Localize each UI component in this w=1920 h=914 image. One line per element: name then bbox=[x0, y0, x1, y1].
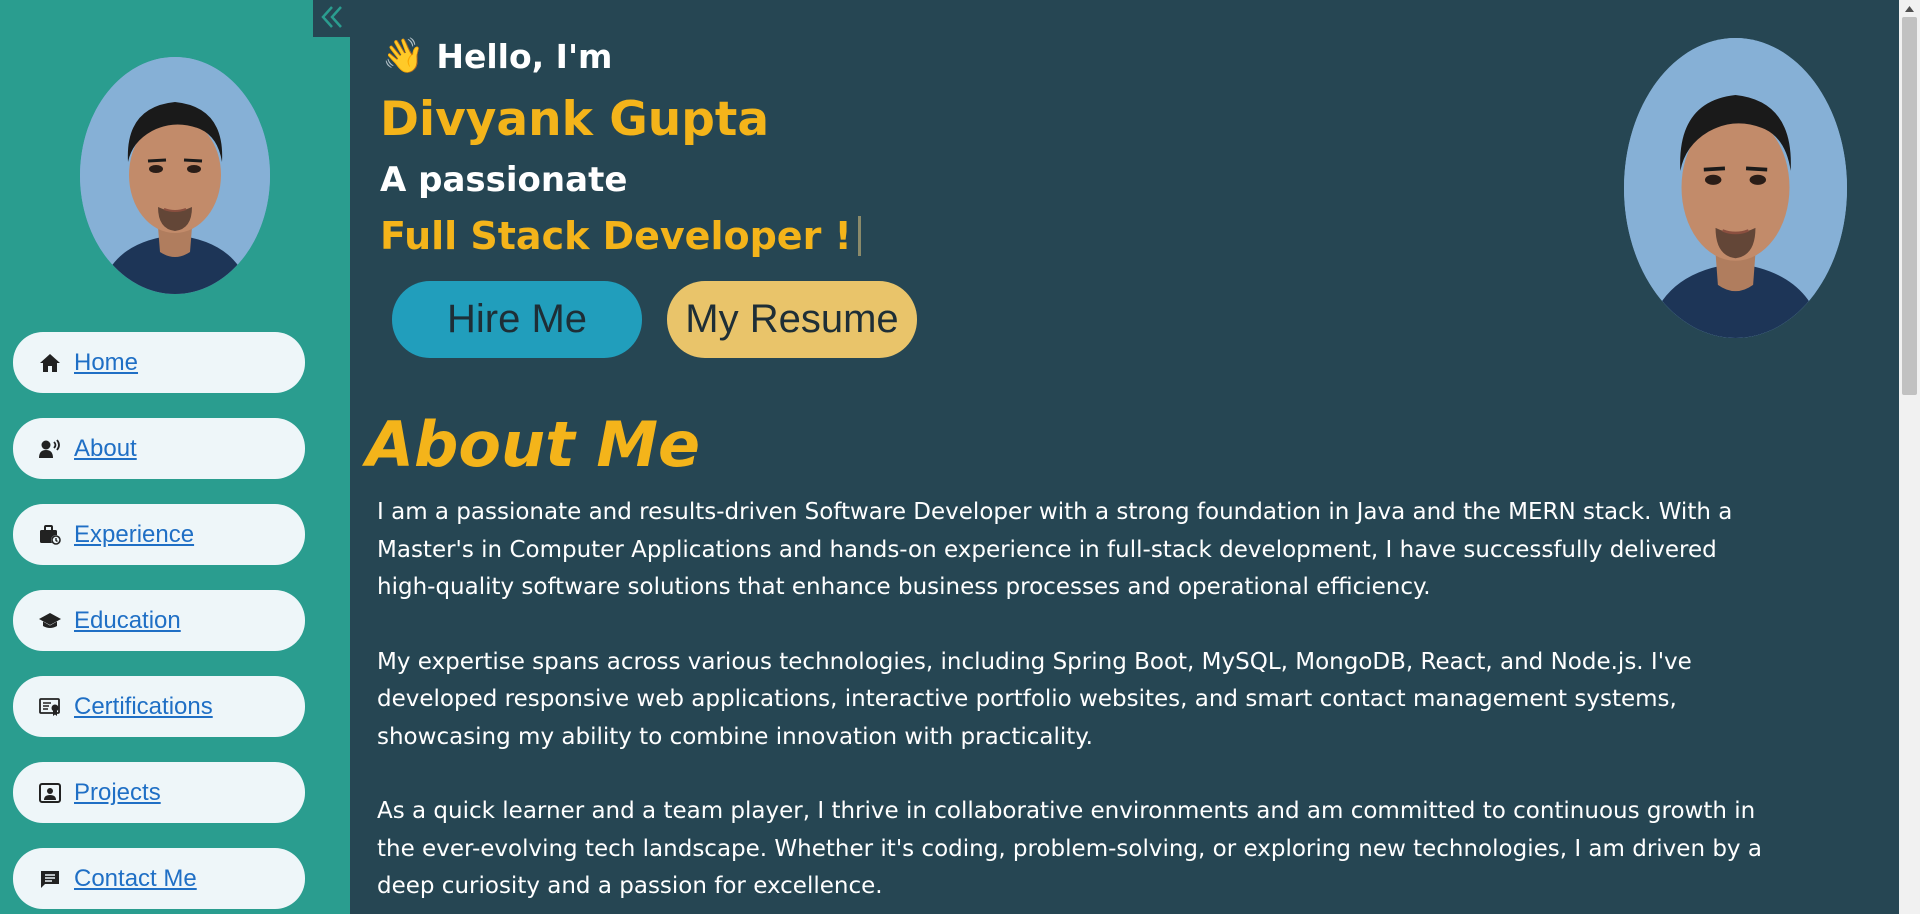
waving-hand-icon: 👋 bbox=[382, 36, 425, 76]
speaking-person-icon bbox=[38, 437, 62, 461]
sidebar-item-experience[interactable]: Experience bbox=[13, 504, 305, 565]
sidebar-item-certifications[interactable]: Certifications bbox=[13, 676, 305, 737]
sidebar-collapse-button[interactable] bbox=[313, 0, 350, 37]
my-resume-button[interactable]: My Resume bbox=[667, 281, 917, 358]
sidebar-item-label[interactable]: About bbox=[74, 435, 137, 463]
about-paragraph: My expertise spans across various techno… bbox=[377, 648, 1692, 750]
sidebar-item-label[interactable]: Projects bbox=[74, 779, 161, 807]
sidebar: Home About Experience Education Certific… bbox=[0, 0, 350, 914]
hire-me-button[interactable]: Hire Me bbox=[392, 281, 642, 358]
sidebar-item-label[interactable]: Contact Me bbox=[74, 865, 197, 893]
graduation-cap-icon bbox=[38, 609, 62, 633]
sidebar-item-label[interactable]: Education bbox=[74, 607, 181, 635]
greeting: 👋 Hello, I'm bbox=[382, 36, 612, 76]
sidebar-item-label[interactable]: Experience bbox=[74, 521, 194, 549]
sidebar-item-label[interactable]: Certifications bbox=[74, 693, 213, 721]
double-chevron-left-icon bbox=[318, 3, 346, 35]
sidebar-item-contact[interactable]: Contact Me bbox=[13, 848, 305, 909]
sidebar-item-projects[interactable]: Projects bbox=[13, 762, 305, 823]
scroll-up-arrow-icon[interactable] bbox=[1899, 0, 1920, 17]
about-text: I am a passionate and results-driven Sof… bbox=[377, 494, 1777, 914]
sidebar-item-label[interactable]: Home bbox=[74, 349, 138, 377]
scrollbar-thumb[interactable] bbox=[1902, 17, 1917, 395]
page-scrollbar[interactable] bbox=[1899, 0, 1920, 914]
about-paragraph: As a quick learner and a team player, I … bbox=[377, 798, 1762, 899]
typing-cursor bbox=[857, 216, 861, 256]
hero-role: Full Stack Developer ! bbox=[380, 214, 861, 258]
hero-tagline: A passionate bbox=[380, 160, 628, 200]
hero-avatar bbox=[1624, 38, 1847, 338]
sidebar-item-education[interactable]: Education bbox=[13, 590, 305, 651]
hero-name: Divyank Gupta bbox=[380, 92, 770, 147]
typed-role-text: Full Stack Developer ! bbox=[380, 214, 852, 258]
about-paragraph: I am a passionate and results-driven Sof… bbox=[377, 499, 1733, 600]
briefcase-icon bbox=[38, 523, 62, 547]
projects-icon bbox=[38, 781, 62, 805]
avatar-photo bbox=[1624, 38, 1847, 338]
avatar-photo bbox=[80, 57, 270, 294]
sidebar-avatar bbox=[80, 57, 270, 294]
greeting-text: Hello, I'm bbox=[436, 36, 613, 76]
certificate-icon bbox=[38, 695, 62, 719]
chat-icon bbox=[38, 867, 62, 891]
sidebar-item-home[interactable]: Home bbox=[13, 332, 305, 393]
sidebar-item-about[interactable]: About bbox=[13, 418, 305, 479]
about-title: About Me bbox=[366, 408, 701, 481]
home-icon bbox=[38, 351, 62, 375]
